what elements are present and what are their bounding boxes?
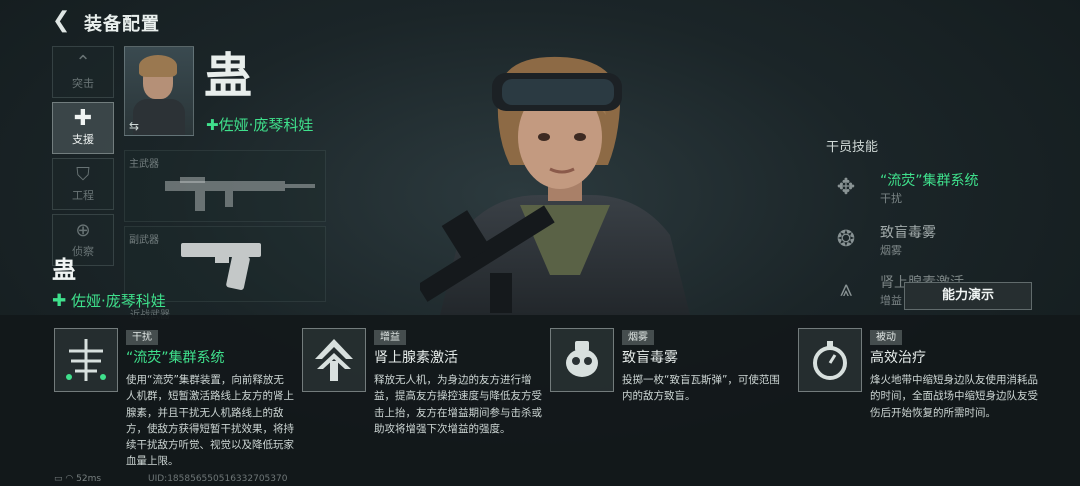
- battery-icon: ▭: [54, 474, 63, 484]
- skill-card[interactable]: 增益 肾上腺素激活 释放无人机，为身边的友方进行增益，提高友方操控速度与降低友方…: [302, 328, 542, 468]
- skill-tag: 烟雾: [622, 330, 654, 345]
- operator-real-name: ✚佐娅·庞琴科娃: [206, 116, 314, 134]
- skill-description: 释放无人机，为身边的友方进行增益，提高友方操控速度与降低友方受击上抬，友方在增益…: [374, 374, 542, 435]
- swap-icon: ⇆: [129, 119, 140, 133]
- support-plus-icon: ✚: [52, 291, 67, 311]
- primary-weapon-slot[interactable]: 主武器: [124, 150, 326, 222]
- skill-item[interactable]: ❂ 致盲毒雾 烟雾: [826, 220, 1046, 264]
- skill-tag: 增益: [374, 330, 406, 345]
- operator-codename-large: 蛊: [52, 256, 76, 284]
- back-button[interactable]: ❮: [52, 9, 72, 33]
- skill-tag: 被动: [870, 330, 902, 345]
- drone-swarm-icon: ✥: [836, 175, 856, 200]
- skill-name: 致盲毒雾: [880, 225, 936, 241]
- adrenaline-icon: [302, 328, 366, 392]
- skill-name: 高效治疗: [870, 350, 926, 366]
- drone-swarm-icon: [54, 328, 118, 392]
- skill-card[interactable]: 烟雾 致盲毒雾 投掷一枚“致盲瓦斯弹”，可使范围内的敌方致盲。: [550, 328, 790, 468]
- gas-grenade-icon: ❂: [836, 227, 856, 252]
- shield-icon: ⛉: [76, 164, 90, 185]
- chevron-up-icon: ⌃: [75, 52, 91, 73]
- skill-category: 干扰: [880, 192, 902, 205]
- healing-icon: [798, 328, 862, 392]
- skill-name: “流荧”集群系统: [880, 173, 979, 189]
- skill-card[interactable]: 干扰 “流荧”集群系统 使用“流荧”集群装置，向前释放无人机群，短暂激活路线上友…: [54, 328, 294, 468]
- wifi-icon: ◠: [65, 474, 74, 484]
- page-title: 装备配置: [84, 14, 160, 35]
- network-status: ▭ ◠ 52ms: [54, 474, 102, 484]
- skill-description: 投掷一枚“致盲瓦斯弹”，可使范围内的敌方致盲。: [622, 374, 780, 403]
- user-uid: UID:18585655051633270537​0: [148, 474, 288, 484]
- skill-category: 烟雾: [880, 244, 902, 257]
- skill-description: 使用“流荧”集群装置，向前释放无人机群，短暂激活路线上友方的肾上腺素，并且干扰无…: [126, 374, 294, 468]
- plus-icon: ✚: [73, 106, 93, 131]
- ability-demo-button[interactable]: 能力演示: [904, 282, 1032, 310]
- back-arrow-icon: ❮: [52, 8, 71, 33]
- tab-support[interactable]: ✚ 支援: [52, 102, 114, 154]
- tab-label: 支援: [72, 133, 94, 146]
- skills-panel-title: 干员技能: [826, 140, 879, 155]
- crosshair-icon: ⊕: [75, 220, 91, 241]
- tab-engineer[interactable]: ⛉ 工程: [52, 158, 114, 210]
- skill-item[interactable]: ✥ “流荧”集群系统 干扰: [826, 168, 1046, 212]
- operator-codename: 蛊: [204, 48, 253, 104]
- adrenaline-icon: ⩓: [839, 277, 853, 302]
- tab-label: 工程: [72, 189, 94, 202]
- support-plus-icon: ✚: [206, 116, 219, 134]
- skill-category: 增益: [880, 294, 902, 307]
- rifle-icon: [165, 177, 315, 211]
- skill-tag: 干扰: [126, 330, 158, 345]
- tab-assault[interactable]: ⌃ 突击: [52, 46, 114, 98]
- operator-character-model: [420, 56, 690, 315]
- skill-name: “流荧”集群系统: [126, 350, 225, 366]
- skill-card[interactable]: 被动 高效治疗 烽火地带中缩短身边队友使用消耗品的时间，全面战场中缩短身边队友受…: [798, 328, 1038, 468]
- skill-name: 致盲毒雾: [622, 350, 678, 366]
- skill-description: 烽火地带中缩短身边队友使用消耗品的时间，全面战场中缩短身边队友受伤后开始恢复的所…: [870, 374, 1038, 419]
- skill-name: 肾上腺素激活: [374, 350, 458, 366]
- tab-label: 突击: [72, 77, 94, 90]
- gas-grenade-icon: [550, 328, 614, 392]
- operator-portrait[interactable]: ⇆: [124, 46, 194, 136]
